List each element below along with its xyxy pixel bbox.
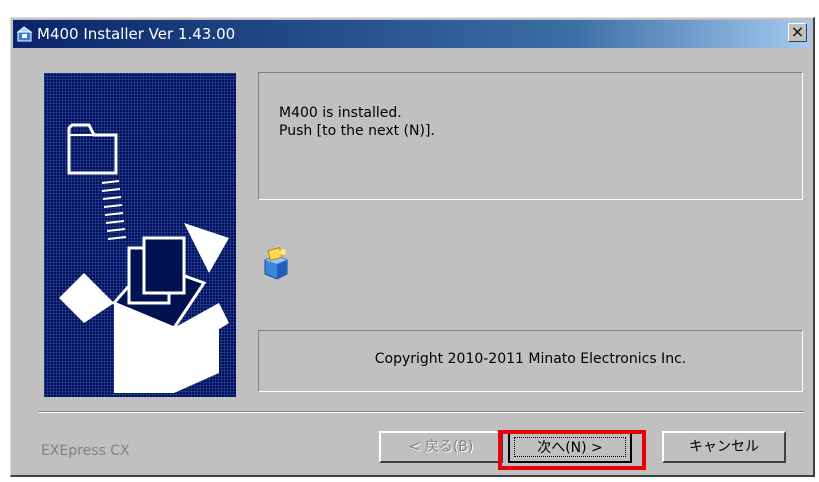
brand-label: EXEpress CX bbox=[41, 443, 130, 459]
installer-dialog: M400 Installer Ver 1.43.00 × M400 is ins… bbox=[10, 17, 815, 477]
install-box-graphic bbox=[44, 73, 236, 397]
copyright-text: Copyright 2010-2011 Minato Electronics I… bbox=[374, 351, 687, 367]
message-panel: M400 is installed. Push [to the next (N)… bbox=[258, 72, 803, 200]
back-button[interactable]: < 戻る(B) bbox=[379, 431, 503, 463]
window-title: M400 Installer Ver 1.43.00 bbox=[37, 25, 236, 43]
message-line-2: Push [to the next (N)]. bbox=[279, 123, 435, 139]
title-bar[interactable]: M400 Installer Ver 1.43.00 × bbox=[13, 20, 811, 48]
close-button[interactable]: × bbox=[788, 23, 807, 42]
separator bbox=[39, 411, 804, 413]
close-icon: × bbox=[790, 22, 805, 41]
installer-icon bbox=[16, 26, 33, 42]
setup-icon bbox=[264, 247, 288, 280]
message-line-1: M400 is installed. bbox=[279, 105, 402, 121]
copyright-panel: Copyright 2010-2011 Minato Electronics I… bbox=[258, 330, 803, 392]
cancel-button[interactable]: キャンセル bbox=[662, 431, 786, 463]
highlight-box bbox=[498, 430, 646, 470]
